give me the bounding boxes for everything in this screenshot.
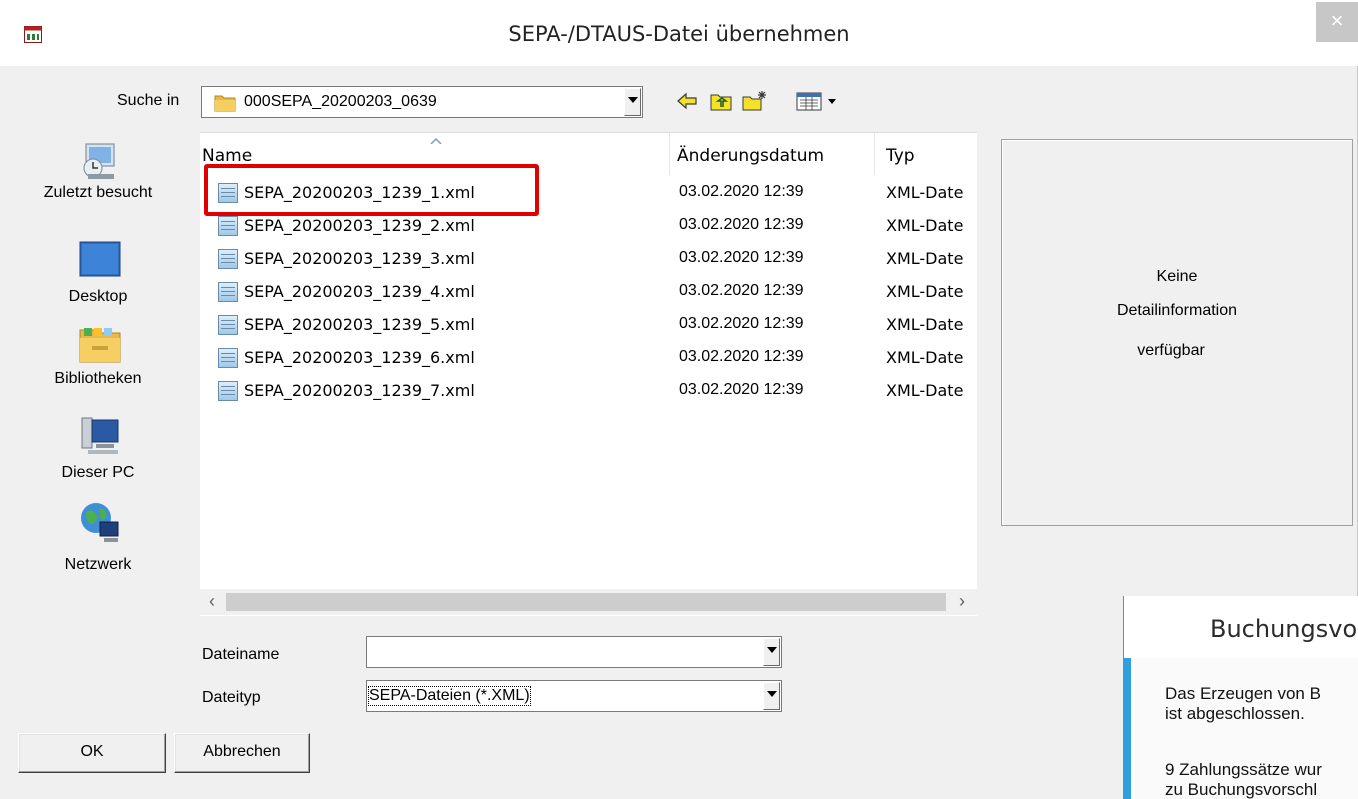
xml-file-icon xyxy=(218,249,238,269)
window-title: SEPA-/DTAUS-Datei übernehmen xyxy=(508,22,850,46)
horizontal-scrollbar[interactable]: ‹ › xyxy=(200,589,977,615)
filename-combo[interactable] xyxy=(366,636,782,668)
column-header-name[interactable]: Name xyxy=(202,146,252,166)
cancel-button[interactable]: Abbrechen xyxy=(174,733,310,773)
file-date: 03.02.2020 12:39 xyxy=(679,216,804,233)
booking-message-window: Buchungsvo Das Erzeugen von B ist abgesc… xyxy=(1123,596,1358,799)
details-line: Detailinformation xyxy=(1116,302,1238,319)
filename-label: Dateiname xyxy=(202,646,280,663)
close-icon: × xyxy=(1330,8,1344,33)
file-name: SEPA_20200203_1239_5.xml xyxy=(244,315,475,334)
file-type: XML-Date xyxy=(886,282,964,301)
file-name: SEPA_20200203_1239_4.xml xyxy=(244,282,475,301)
xml-file-icon xyxy=(218,216,238,236)
file-type: XML-Date xyxy=(886,183,964,202)
place-label: Dieser PC xyxy=(61,464,135,481)
lookin-combo[interactable]: 000SEPA_20200203_0639 xyxy=(201,86,643,118)
title-bar: SEPA-/DTAUS-Datei übernehmen × xyxy=(0,0,1358,66)
filetype-combo[interactable]: SEPA-Dateien (*.XML) xyxy=(366,680,782,712)
file-open-dialog: SEPA-/DTAUS-Datei übernehmen × Suche in … xyxy=(0,0,1358,799)
filetype-dropdown-button[interactable] xyxy=(763,682,780,710)
folder-icon xyxy=(214,95,236,112)
file-type: XML-Date xyxy=(886,315,964,334)
place-label: Netzwerk xyxy=(64,556,132,573)
message-title: Buchungsvo xyxy=(1210,615,1358,643)
file-name: SEPA_20200203_1239_2.xml xyxy=(244,216,475,235)
file-type: XML-Date xyxy=(886,381,964,400)
message-line: 9 Zahlungssätze wur xyxy=(1165,760,1322,779)
details-line: verfügbar xyxy=(1137,342,1205,359)
file-date: 03.02.2020 12:39 xyxy=(679,381,804,398)
filetype-value: SEPA-Dateien (*.XML) xyxy=(368,686,531,706)
libraries-icon xyxy=(79,328,121,363)
xml-file-icon xyxy=(218,348,238,368)
up-folder-icon[interactable] xyxy=(710,90,732,112)
file-row[interactable]: SEPA_20200203_1239_4.xml 03.02.2020 12:3… xyxy=(200,276,977,306)
details-pane: Keine Detailinformation verfügbar xyxy=(1001,139,1353,526)
file-row[interactable]: SEPA_20200203_1239_3.xml 03.02.2020 12:3… xyxy=(200,243,977,273)
column-header-type[interactable]: Typ xyxy=(886,146,915,166)
message-title-bar: Buchungsvo xyxy=(1123,596,1358,658)
scrollbar-thumb[interactable] xyxy=(226,593,946,611)
close-button[interactable]: × xyxy=(1316,2,1358,42)
view-menu-icon[interactable] xyxy=(796,90,842,112)
file-name: SEPA_20200203_1239_6.xml xyxy=(244,348,475,367)
file-date: 03.02.2020 12:39 xyxy=(679,315,804,332)
new-folder-icon[interactable] xyxy=(742,90,768,112)
file-date: 03.02.2020 12:39 xyxy=(679,348,804,365)
file-name: SEPA_20200203_1239_7.xml xyxy=(244,381,475,400)
lookin-dropdown-button[interactable] xyxy=(624,88,641,116)
file-row[interactable]: SEPA_20200203_1239_6.xml 03.02.2020 12:3… xyxy=(200,342,977,372)
column-header-date[interactable]: Änderungsdatum xyxy=(677,146,824,166)
file-row[interactable]: SEPA_20200203_1239_5.xml 03.02.2020 12:3… xyxy=(200,309,977,339)
message-line: Das Erzeugen von B xyxy=(1165,684,1321,703)
lookin-value: 000SEPA_20200203_0639 xyxy=(244,93,437,110)
file-type: XML-Date xyxy=(886,348,964,367)
file-row[interactable]: SEPA_20200203_1239_7.xml 03.02.2020 12:3… xyxy=(200,375,977,405)
lookin-label: Suche in xyxy=(117,92,180,109)
filename-dropdown-button[interactable] xyxy=(763,638,780,666)
highlight-annotation xyxy=(204,164,539,216)
place-label: Bibliotheken xyxy=(54,370,142,387)
message-body: Das Erzeugen von B ist abgeschlossen. 9 … xyxy=(1131,658,1358,799)
ok-button[interactable]: OK xyxy=(18,733,166,773)
network-icon xyxy=(81,503,119,542)
filetype-label: Dateityp xyxy=(202,689,261,706)
file-date: 03.02.2020 12:39 xyxy=(679,249,804,266)
file-date: 03.02.2020 12:39 xyxy=(679,183,804,200)
desktop-icon xyxy=(79,241,121,277)
place-label: Zuletzt besucht xyxy=(43,184,153,201)
recent-places-icon xyxy=(83,143,115,179)
file-type: XML-Date xyxy=(886,216,964,235)
filename-input[interactable] xyxy=(369,639,743,665)
back-arrow-icon[interactable] xyxy=(676,90,698,112)
xml-file-icon xyxy=(218,315,238,335)
file-type: XML-Date xyxy=(886,249,964,268)
file-date: 03.02.2020 12:39 xyxy=(679,282,804,299)
file-name: SEPA_20200203_1239_3.xml xyxy=(244,249,475,268)
column-separator[interactable] xyxy=(669,133,670,175)
scroll-left-icon[interactable]: ‹ xyxy=(202,591,222,613)
xml-file-icon xyxy=(218,282,238,302)
xml-file-icon xyxy=(218,381,238,401)
details-line: Keine xyxy=(1156,268,1198,285)
place-label: Desktop xyxy=(68,288,128,305)
message-line: zu Buchungsvorschl xyxy=(1165,780,1318,799)
message-line: ist abgeschlossen. xyxy=(1165,704,1305,723)
sort-ascending-icon xyxy=(430,138,442,144)
scroll-right-icon[interactable]: › xyxy=(952,591,972,613)
computer-icon xyxy=(81,417,119,454)
column-separator[interactable] xyxy=(874,133,875,175)
